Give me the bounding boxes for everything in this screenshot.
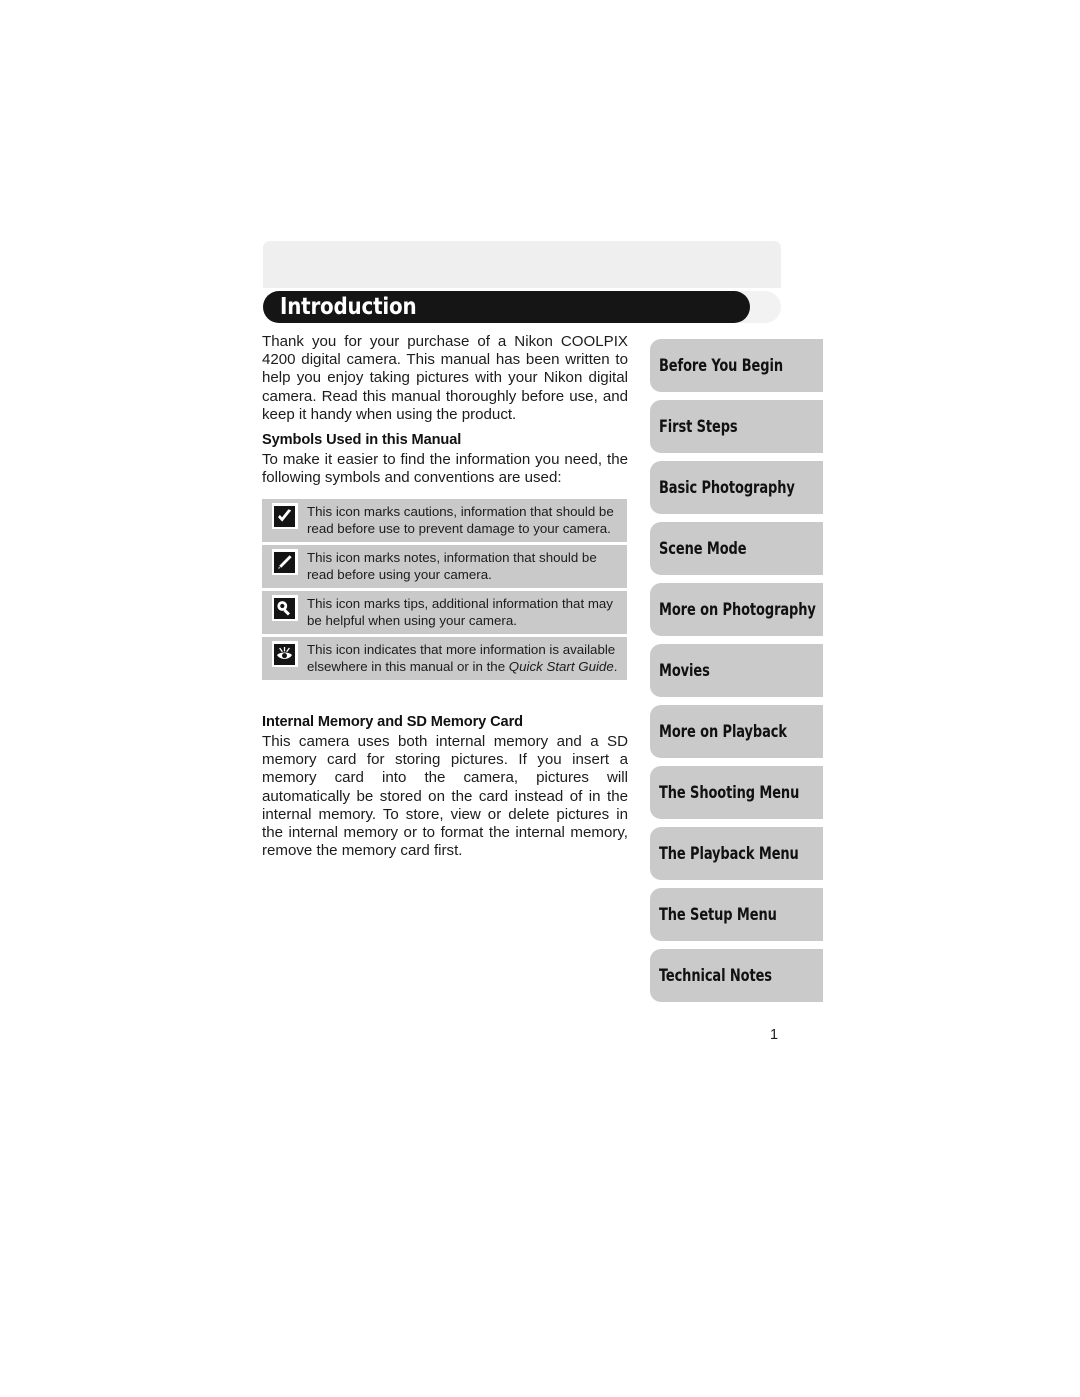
symbol-icon-cell: [262, 637, 307, 671]
tab-label: Basic Photography: [659, 478, 795, 497]
symbol-icon-cell: [262, 545, 307, 579]
pencil-note-glyph: [274, 551, 295, 573]
symbol-description-after: .: [613, 659, 618, 674]
main-text-column: Thank you for your purchase of a Nikon C…: [262, 333, 628, 489]
tab-label: The Playback Menu: [659, 844, 799, 863]
memory-paragraph: This camera uses both internal memory an…: [262, 733, 628, 860]
sidebar-item-before-you-begin[interactable]: Before You Begin: [650, 339, 823, 392]
eye-reference-glyph: [274, 643, 295, 665]
sidebar-item-first-steps[interactable]: First Steps: [650, 400, 823, 453]
magnifier-tip-glyph: [274, 597, 295, 619]
page-number: 1: [769, 1027, 779, 1043]
tab-label: More on Photography: [659, 600, 816, 619]
symbol-icon-cell: [262, 591, 307, 625]
tab-label: Movies: [659, 661, 710, 680]
chapter-title-bar: Introduction: [263, 291, 781, 323]
magnifier-tip-icon: [271, 595, 298, 621]
sidebar-item-technical-notes[interactable]: Technical Notes: [650, 949, 823, 1002]
tab-label: Scene Mode: [659, 539, 747, 558]
manual-page: Introduction Thank you for your purchase…: [0, 0, 1080, 1397]
symbols-heading: Symbols Used in this Manual: [262, 432, 462, 449]
sidebar-item-scene-mode[interactable]: Scene Mode: [650, 522, 823, 575]
chapter-header-band: [263, 241, 781, 288]
sidebar-item-the-shooting-menu[interactable]: The Shooting Menu: [650, 766, 823, 819]
sidebar-item-more-on-playback[interactable]: More on Playback: [650, 705, 823, 758]
symbol-description: This icon marks tips, additional informa…: [307, 596, 613, 628]
table-row: This icon indicates that more informatio…: [262, 637, 627, 680]
sidebar-item-more-on-photography[interactable]: More on Photography: [650, 583, 823, 636]
memory-heading: Internal Memory and SD Memory Card: [262, 714, 523, 730]
pencil-note-icon: [271, 549, 298, 575]
symbol-description: This icon indicates that more informatio…: [307, 637, 627, 680]
memory-section: Internal Memory and SD Memory Card This …: [262, 713, 628, 862]
tab-label: First Steps: [659, 417, 738, 436]
table-row: This icon marks tips, additional informa…: [262, 591, 627, 634]
checkmark-caution-icon: [271, 503, 298, 529]
chapter-title-text: Introduction: [280, 293, 417, 320]
tab-label: Technical Notes: [659, 966, 772, 985]
tab-label: The Shooting Menu: [659, 783, 800, 802]
sidebar-item-movies[interactable]: Movies: [650, 644, 823, 697]
chapter-title-pill: Introduction: [263, 291, 750, 323]
sidebar-item-basic-photography[interactable]: Basic Photography: [650, 461, 823, 514]
checkmark-caution-glyph: [274, 505, 295, 527]
sidebar-item-the-playback-menu[interactable]: The Playback Menu: [650, 827, 823, 880]
intro-paragraph: Thank you for your purchase of a Nikon C…: [262, 333, 628, 423]
symbol-description: This icon marks cautions, information th…: [307, 504, 614, 536]
tab-label: Before You Begin: [659, 356, 783, 375]
table-row: This icon marks notes, information that …: [262, 545, 627, 588]
eye-reference-icon: [271, 641, 298, 667]
sidebar-item-the-setup-menu[interactable]: The Setup Menu: [650, 888, 823, 941]
table-row: This icon marks cautions, information th…: [262, 499, 627, 542]
chapter-tab-list: Before You Begin First Steps Basic Photo…: [650, 339, 823, 1010]
symbols-legend-table: This icon marks cautions, information th…: [262, 499, 627, 680]
symbol-icon-cell: [262, 499, 307, 533]
symbol-description-italic: Quick Start Guide: [508, 659, 614, 674]
tab-label: More on Playback: [659, 722, 787, 741]
tab-label: The Setup Menu: [659, 905, 777, 924]
symbol-description: This icon marks notes, information that …: [307, 550, 597, 582]
symbols-intro-paragraph: To make it easier to find the informatio…: [262, 451, 628, 487]
